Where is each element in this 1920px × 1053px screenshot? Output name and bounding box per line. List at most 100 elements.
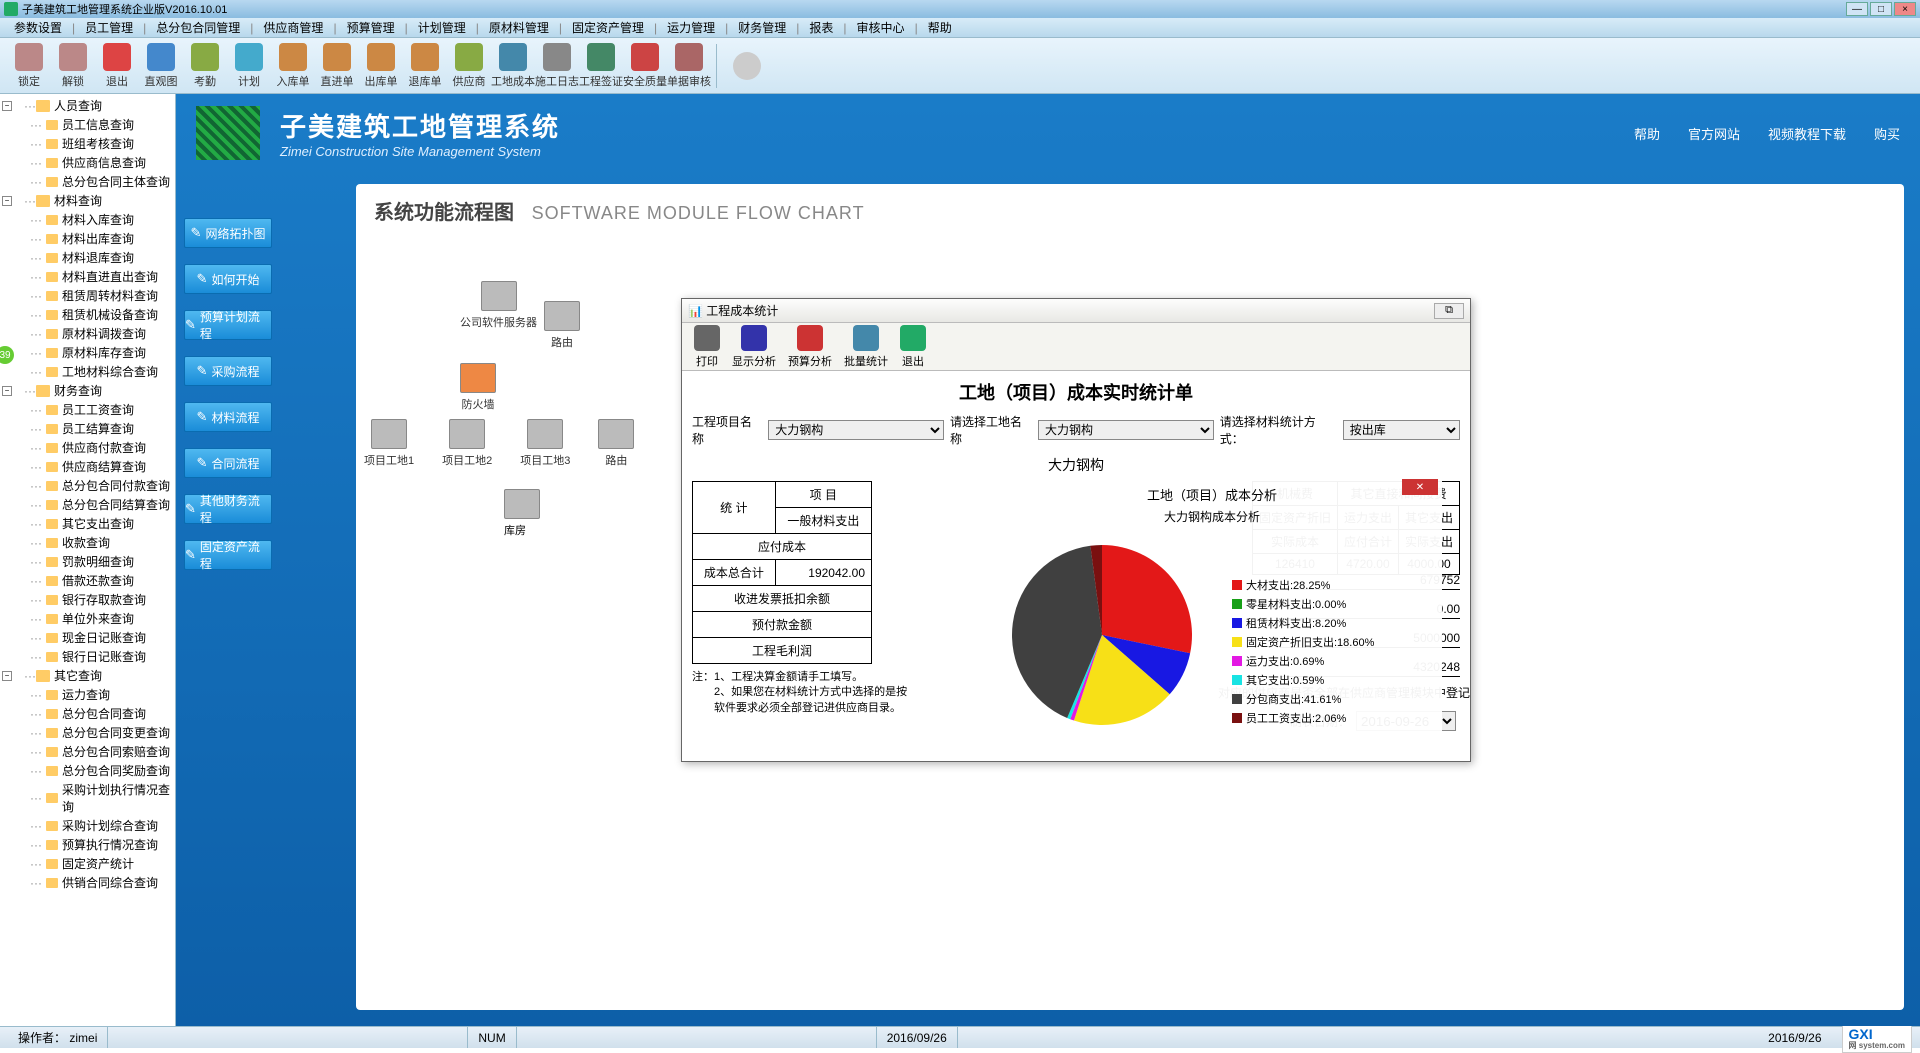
dialog-close-button[interactable]: ⧉ (1434, 303, 1464, 319)
menu-2[interactable]: 总分包合同管理 (146, 19, 250, 36)
tree-item[interactable]: ···总分包合同查询 (22, 704, 173, 723)
tree-item[interactable]: ···供应商结算查询 (22, 457, 173, 476)
menu-9[interactable]: 财务管理 (728, 19, 796, 36)
tool-安全质量[interactable]: 安全质量 (624, 41, 666, 91)
header-link-1[interactable]: 官方网站 (1688, 124, 1740, 143)
tool-退出[interactable]: 退出 (96, 41, 138, 91)
tree-item[interactable]: ···总分包合同奖励查询 (22, 761, 173, 780)
dialog-tool-退出[interactable]: 退出 (898, 325, 928, 369)
tree-group-0[interactable]: −··· 人员查询 (2, 96, 173, 115)
tree-item[interactable]: ···单位外来查询 (22, 609, 173, 628)
tree-item[interactable]: ···材料出库查询 (22, 229, 173, 248)
tree-item[interactable]: ···总分包合同主体查询 (22, 172, 173, 191)
tree-item[interactable]: ···总分包合同变更查询 (22, 723, 173, 742)
tree-item[interactable]: ···租赁机械设备查询 (22, 305, 173, 324)
menu-11[interactable]: 审核中心 (847, 19, 915, 36)
tree-toggle-icon[interactable]: − (2, 386, 12, 396)
tree-item[interactable]: ···原材料库存查询 (22, 343, 173, 362)
tree-item[interactable]: ···班组考核查询 (22, 134, 173, 153)
dialog-tool-打印[interactable]: 打印 (692, 325, 722, 369)
menu-8[interactable]: 运力管理 (657, 19, 725, 36)
tree-item[interactable]: ···总分包合同结算查询 (22, 495, 173, 514)
tool-出库单[interactable]: 出库单 (360, 41, 402, 91)
tool-施工日志[interactable]: 施工日志 (536, 41, 578, 91)
flow-btn-7[interactable]: 固定资产流程 (184, 540, 272, 570)
tree-item[interactable]: ···供销合同综合查询 (22, 873, 173, 892)
flow-btn-2[interactable]: 预算计划流程 (184, 310, 272, 340)
flow-btn-4[interactable]: 材料流程 (184, 402, 272, 432)
tree-item[interactable]: ···现金日记账查询 (22, 628, 173, 647)
tool-计划[interactable]: 计划 (228, 41, 270, 91)
flow-btn-1[interactable]: 如何开始 (184, 264, 272, 294)
tool-工地成本[interactable]: 工地成本 (492, 41, 534, 91)
tree-item[interactable]: ···材料直进直出查询 (22, 267, 173, 286)
tree-group-1[interactable]: −··· 材料查询 (2, 191, 173, 210)
tree-item[interactable]: ···工地材料综合查询 (22, 362, 173, 381)
tool-单据审核[interactable]: 单据审核 (668, 41, 710, 91)
header-link-0[interactable]: 帮助 (1634, 124, 1660, 143)
tree-item[interactable]: ···其它支出查询 (22, 514, 173, 533)
dialog-tool-批量统计[interactable]: 批量统计 (842, 325, 890, 369)
tool-退库单[interactable]: 退库单 (404, 41, 446, 91)
menu-12[interactable]: 帮助 (918, 19, 962, 36)
menu-5[interactable]: 计划管理 (408, 19, 476, 36)
tree-toggle-icon[interactable]: − (2, 101, 12, 111)
tree-group-3[interactable]: −··· 其它查询 (2, 666, 173, 685)
minimize-button[interactable]: — (1846, 2, 1868, 16)
tree-item[interactable]: ···总分包合同索赔查询 (22, 742, 173, 761)
tree-item[interactable]: ···预算执行情况查询 (22, 835, 173, 854)
menu-3[interactable]: 供应商管理 (253, 19, 333, 36)
site-select[interactable]: 大力钢构 (1038, 420, 1214, 440)
menu-10[interactable]: 报表 (799, 19, 843, 36)
menu-1[interactable]: 员工管理 (75, 19, 143, 36)
tool-解锁[interactable]: 解锁 (52, 41, 94, 91)
tree-item[interactable]: ···罚款明细查询 (22, 552, 173, 571)
tree-item[interactable]: ···采购计划执行情况查询 (22, 780, 173, 816)
tree-toggle-icon[interactable]: − (2, 671, 12, 681)
tool-供应商[interactable]: 供应商 (448, 41, 490, 91)
tree-item[interactable]: ···员工工资查询 (22, 400, 173, 419)
tree-item[interactable]: ···借款还款查询 (22, 571, 173, 590)
menu-7[interactable]: 固定资产管理 (562, 19, 654, 36)
menu-6[interactable]: 原材料管理 (479, 19, 559, 36)
tree-item[interactable]: ···银行存取款查询 (22, 590, 173, 609)
tree-item[interactable]: ···采购计划综合查询 (22, 816, 173, 835)
tree-item[interactable]: ···银行日记账查询 (22, 647, 173, 666)
project-select[interactable]: 大力钢构 (768, 420, 944, 440)
tree-item[interactable]: ···材料入库查询 (22, 210, 173, 229)
header-link-3[interactable]: 购买 (1874, 124, 1900, 143)
tree-group-2[interactable]: −··· 财务查询 (2, 381, 173, 400)
tree-item[interactable]: ···供应商信息查询 (22, 153, 173, 172)
tool-工程签证[interactable]: 工程签证 (580, 41, 622, 91)
tree-item[interactable]: ···租赁周转材料查询 (22, 286, 173, 305)
tool-锁定[interactable]: 锁定 (8, 41, 50, 91)
header-link-2[interactable]: 视频教程下载 (1768, 124, 1846, 143)
menu-4[interactable]: 预算管理 (337, 19, 405, 36)
tool-考勤[interactable]: 考勤 (184, 41, 226, 91)
dialog-tool-显示分析[interactable]: 显示分析 (730, 325, 778, 369)
flow-btn-0[interactable]: 网络拓扑图 (184, 218, 272, 248)
tree-item[interactable]: ···运力查询 (22, 685, 173, 704)
flow-btn-3[interactable]: 采购流程 (184, 356, 272, 386)
tree-item[interactable]: ···原材料调拨查询 (22, 324, 173, 343)
flow-btn-6[interactable]: 其他财务流程 (184, 494, 272, 524)
method-select[interactable]: 按出库 (1343, 420, 1460, 440)
flow-btn-5[interactable]: 合同流程 (184, 448, 272, 478)
tool-直进单[interactable]: 直进单 (316, 41, 358, 91)
tool-直观图[interactable]: 直观图 (140, 41, 182, 91)
pie-close-button[interactable]: ✕ (1402, 479, 1438, 495)
tree-item[interactable]: ···收款查询 (22, 533, 173, 552)
tree-toggle-icon[interactable]: − (2, 196, 12, 206)
tool-extra-icon[interactable] (733, 52, 761, 80)
tree-item[interactable]: ···员工信息查询 (22, 115, 173, 134)
tree-item[interactable]: ···材料退库查询 (22, 248, 173, 267)
tree-item[interactable]: ···员工结算查询 (22, 419, 173, 438)
tree-item[interactable]: ···固定资产统计 (22, 854, 173, 873)
dialog-tool-预算分析[interactable]: 预算分析 (786, 325, 834, 369)
close-button[interactable]: × (1894, 2, 1916, 16)
tree-item[interactable]: ···供应商付款查询 (22, 438, 173, 457)
tool-入库单[interactable]: 入库单 (272, 41, 314, 91)
tree-item[interactable]: ···总分包合同付款查询 (22, 476, 173, 495)
menu-0[interactable]: 参数设置 (4, 19, 72, 36)
maximize-button[interactable]: □ (1870, 2, 1892, 16)
